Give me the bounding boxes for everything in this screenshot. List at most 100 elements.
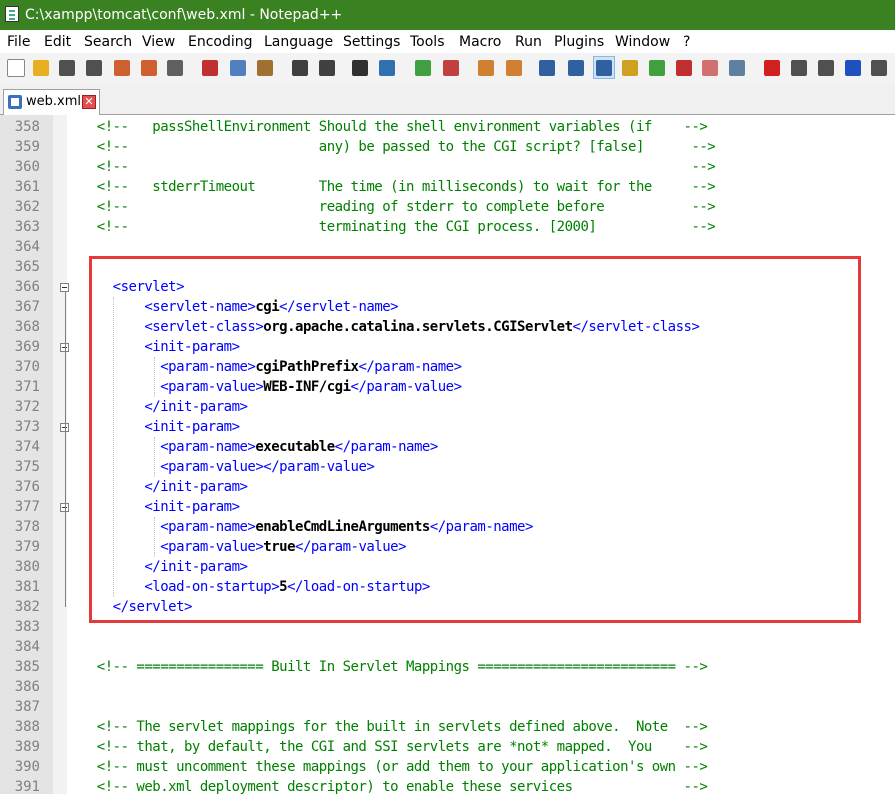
code-line[interactable]: 360 <!-- -->: [0, 157, 895, 177]
xml-value: cgiPathPrefix: [255, 359, 359, 375]
doc-map-icon[interactable]: [647, 57, 667, 78]
indent-guide-icon[interactable]: [593, 56, 615, 79]
menu-plugins[interactable]: Plugins: [554, 33, 604, 51]
zoom-out-icon[interactable]: [441, 57, 461, 78]
code-line[interactable]: 388 <!-- The servlet mappings for the bu…: [0, 717, 895, 737]
stop-record-icon[interactable]: [789, 57, 809, 78]
code-line[interactable]: 359 <!-- any) be passed to the CGI scrip…: [0, 137, 895, 157]
print-icon[interactable]: [165, 57, 185, 78]
code-text: [73, 677, 97, 697]
code-line[interactable]: 389 <!-- that, by default, the CGI and S…: [0, 737, 895, 757]
code-line[interactable]: 361 <!-- stderrTimeout The time (in mill…: [0, 177, 895, 197]
code-line[interactable]: 365: [0, 257, 895, 277]
code-text: [73, 257, 97, 277]
code-line[interactable]: 387: [0, 697, 895, 717]
menu-run[interactable]: Run: [515, 33, 542, 51]
function-list-icon[interactable]: [674, 57, 694, 78]
record-macro-icon[interactable]: [762, 57, 782, 78]
sync-horizontal-icon[interactable]: [504, 57, 524, 78]
comment-text: <!-- passShellEnvironment Should the she…: [73, 119, 708, 135]
code-line[interactable]: 375 <param-value></param-value>: [0, 457, 895, 477]
code-line[interactable]: 362 <!-- reading of stderr to complete b…: [0, 197, 895, 217]
folder-workspace-icon[interactable]: [700, 57, 720, 78]
playback-icon[interactable]: [816, 57, 836, 78]
save-icon[interactable]: [57, 57, 77, 78]
code-line[interactable]: 369 <init-param>: [0, 337, 895, 357]
code-text: [73, 617, 97, 637]
line-number: 363: [14, 219, 40, 235]
menu-file[interactable]: File: [7, 33, 30, 51]
line-number: 373: [14, 419, 40, 435]
menu-window[interactable]: Window: [615, 33, 670, 51]
code-line[interactable]: 383: [0, 617, 895, 637]
udl-icon[interactable]: [620, 57, 640, 78]
close-tab-icon[interactable]: ✕: [82, 95, 96, 109]
sync-vertical-icon[interactable]: [476, 57, 496, 78]
code-line[interactable]: 379 <param-value>true</param-value>: [0, 537, 895, 557]
undo-icon[interactable]: [290, 57, 310, 78]
code-line[interactable]: 373 <init-param>: [0, 417, 895, 437]
code-line[interactable]: 371 <param-value>WEB-INF/cgi</param-valu…: [0, 377, 895, 397]
menu-edit[interactable]: Edit: [44, 33, 71, 51]
code-line[interactable]: 370 <param-name>cgiPathPrefix</param-nam…: [0, 357, 895, 377]
open-file-icon[interactable]: [31, 57, 51, 78]
run-macro-multiple-icon[interactable]: [843, 57, 863, 78]
code-line[interactable]: 377 <init-param>: [0, 497, 895, 517]
redo-icon[interactable]: [317, 57, 337, 78]
code-line[interactable]: 391 <!-- web.xml deployment descriptor) …: [0, 777, 895, 794]
editor-pane[interactable]: 358 <!-- passShellEnvironment Should the…: [0, 115, 895, 794]
line-number: 374: [14, 439, 40, 455]
line-number: 383: [14, 619, 40, 635]
find-icon[interactable]: [350, 57, 370, 78]
code-line[interactable]: 364: [0, 237, 895, 257]
code-text: <param-value>WEB-INF/cgi</param-value>: [73, 377, 462, 397]
code-text: <init-param>: [73, 337, 240, 357]
code-line[interactable]: 358 <!-- passShellEnvironment Should the…: [0, 117, 895, 137]
code-text: <param-name>executable</param-name>: [73, 437, 438, 457]
menu-language[interactable]: Language: [264, 33, 333, 51]
paste-icon[interactable]: [255, 57, 275, 78]
code-line[interactable]: 366 <servlet>: [0, 277, 895, 297]
code-line[interactable]: 374 <param-name>executable</param-name>: [0, 437, 895, 457]
menu-search[interactable]: Search: [84, 33, 132, 51]
code-line[interactable]: 363 <!-- terminating the CGI process. [2…: [0, 217, 895, 237]
word-wrap-icon[interactable]: [537, 57, 557, 78]
menu-view[interactable]: View: [142, 33, 175, 51]
code-line[interactable]: 384: [0, 637, 895, 657]
new-file-icon[interactable]: [6, 57, 26, 78]
close-all-icon[interactable]: [139, 57, 159, 78]
zoom-in-icon[interactable]: [413, 57, 433, 78]
fold-toggle-icon[interactable]: [60, 283, 69, 292]
xml-tag: </servlet-class>: [572, 319, 700, 335]
code-line[interactable]: 378 <param-name>enableCmdLineArguments</…: [0, 517, 895, 537]
menu-encoding[interactable]: Encoding: [188, 33, 253, 51]
window-title: C:\xampp\tomcat\conf\web.xml - Notepad++: [25, 7, 343, 23]
menu-help[interactable]: ?: [683, 33, 690, 51]
code-line[interactable]: 368 <servlet-class>org.apache.catalina.s…: [0, 317, 895, 337]
menu-macro[interactable]: Macro: [459, 33, 501, 51]
monitoring-icon[interactable]: [727, 57, 747, 78]
code-line[interactable]: 390 <!-- must uncomment these mappings (…: [0, 757, 895, 777]
code-line[interactable]: 381 <load-on-startup>5</load-on-startup>: [0, 577, 895, 597]
menu-settings[interactable]: Settings: [343, 33, 400, 51]
code-line[interactable]: 380 </init-param>: [0, 557, 895, 577]
menu-tools[interactable]: Tools: [410, 33, 445, 51]
replace-icon[interactable]: [377, 57, 397, 78]
cut-icon[interactable]: [200, 57, 220, 78]
show-all-chars-icon[interactable]: [566, 57, 586, 78]
line-number: 361: [14, 179, 40, 195]
code-line[interactable]: 376 </init-param>: [0, 477, 895, 497]
line-number: 382: [14, 599, 40, 615]
code-line[interactable]: 367 <servlet-name>cgi</servlet-name>: [0, 297, 895, 317]
copy-icon[interactable]: [228, 57, 248, 78]
save-macro-icon[interactable]: [869, 57, 889, 78]
code-line[interactable]: 386: [0, 677, 895, 697]
close-icon[interactable]: [112, 57, 132, 78]
code-line[interactable]: 372 </init-param>: [0, 397, 895, 417]
code-text: <!-- -->: [73, 157, 716, 177]
code-line[interactable]: 385 <!-- ================ Built In Servl…: [0, 657, 895, 677]
line-number: 378: [14, 519, 40, 535]
code-line[interactable]: 382 </servlet>: [0, 597, 895, 617]
tab-web-xml[interactable]: web.xml ✕: [3, 89, 100, 115]
save-all-icon[interactable]: [84, 57, 104, 78]
